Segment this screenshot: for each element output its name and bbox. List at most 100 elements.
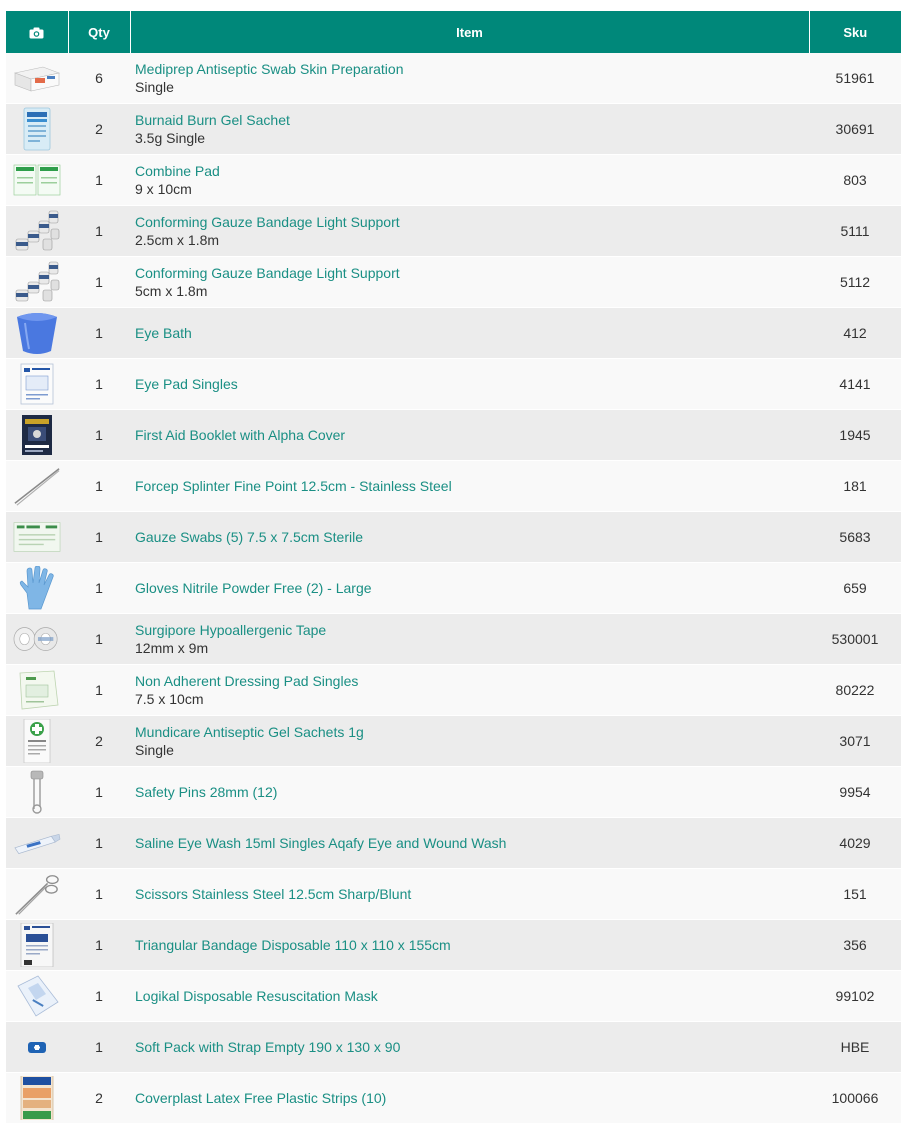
saline-vial-image[interactable] <box>13 821 61 865</box>
table-row: 1 Forcep Splinter Fine Point 12.5cm - St… <box>6 460 901 512</box>
sku-value: 530001 <box>809 613 901 665</box>
sku-value: 80222 <box>809 664 901 716</box>
item-cell: Eye Bath <box>130 307 809 359</box>
item-variant: Single <box>135 79 174 95</box>
table-row: 2 Burnaid Burn Gel Sachet 3.5g Single 30… <box>6 103 901 155</box>
item-link[interactable]: Burnaid Burn Gel Sachet <box>135 111 809 129</box>
qty-value: 1 <box>68 460 130 512</box>
tape-image[interactable] <box>13 617 61 661</box>
item-link[interactable]: Coverplast Latex Free Plastic Strips (10… <box>135 1089 809 1107</box>
sku-value: 9954 <box>809 766 901 818</box>
product-thumb-cell <box>6 511 68 563</box>
table-row: 6 Mediprep Antiseptic Swab Skin Preparat… <box>6 53 901 104</box>
eye-bath-image[interactable] <box>13 311 61 355</box>
item-column-header[interactable]: Item <box>130 11 810 53</box>
item-cell: First Aid Booklet with Alpha Cover <box>130 409 809 461</box>
resus-mask-image[interactable] <box>13 974 61 1018</box>
product-thumb-cell <box>6 919 68 971</box>
table-row: 1 Combine Pad 9 x 10cm 803 <box>6 154 901 206</box>
item-link[interactable]: Soft Pack with Strap Empty 190 x 130 x 9… <box>135 1038 809 1056</box>
qty-value: 1 <box>68 409 130 461</box>
item-cell: Triangular Bandage Disposable 110 x 110 … <box>130 919 809 971</box>
item-link[interactable]: Saline Eye Wash 15ml Singles Aqafy Eye a… <box>135 834 809 852</box>
item-link[interactable]: Non Adherent Dressing Pad Singles <box>135 672 809 690</box>
item-link[interactable]: Gauze Swabs (5) 7.5 x 7.5cm Sterile <box>135 528 809 546</box>
bandage-rolls-image[interactable] <box>13 209 61 253</box>
item-variant: Single <box>135 742 174 758</box>
table-row: 1 Gauze Swabs (5) 7.5 x 7.5cm Sterile 56… <box>6 511 901 563</box>
sku-value: 5112 <box>809 256 901 308</box>
item-link[interactable]: Gloves Nitrile Powder Free (2) - Large <box>135 579 809 597</box>
sku-value: 51961 <box>809 53 901 104</box>
sku-value: 5111 <box>809 205 901 257</box>
table-row: 1 Triangular Bandage Disposable 110 x 11… <box>6 919 901 971</box>
qty-value: 1 <box>68 919 130 971</box>
product-thumb-cell <box>6 562 68 614</box>
item-link[interactable]: Safety Pins 28mm (12) <box>135 783 809 801</box>
soft-pack-image[interactable] <box>13 1025 61 1069</box>
table-row: 1 Eye Pad Singles 4141 <box>6 358 901 410</box>
item-cell: Gauze Swabs (5) 7.5 x 7.5cm Sterile <box>130 511 809 563</box>
sku-value: 356 <box>809 919 901 971</box>
qty-value: 1 <box>68 970 130 1022</box>
item-link[interactable]: Logikal Disposable Resuscitation Mask <box>135 987 809 1005</box>
item-variant: 7.5 x 10cm <box>135 691 204 707</box>
item-link[interactable]: Surgipore Hypoallergenic Tape <box>135 621 809 639</box>
qty-value: 1 <box>68 511 130 563</box>
scissors-image[interactable] <box>13 872 61 916</box>
product-thumb-cell <box>6 256 68 308</box>
qty-value: 1 <box>68 817 130 869</box>
qty-value: 1 <box>68 154 130 206</box>
sku-column-header[interactable]: Sku <box>809 11 901 53</box>
glove-image[interactable] <box>13 566 61 610</box>
forceps-image[interactable] <box>13 464 61 508</box>
safety-pin-image[interactable] <box>13 770 61 814</box>
item-cell: Safety Pins 28mm (12) <box>130 766 809 818</box>
bandage-rolls-image[interactable] <box>13 260 61 304</box>
swab-box-image[interactable] <box>13 56 61 100</box>
item-link[interactable]: Triangular Bandage Disposable 110 x 110 … <box>135 936 809 954</box>
item-link[interactable]: Eye Pad Singles <box>135 375 809 393</box>
item-link[interactable]: Eye Bath <box>135 324 809 342</box>
product-thumb-cell <box>6 1072 68 1124</box>
table-row: 1 Scissors Stainless Steel 12.5cm Sharp/… <box>6 868 901 920</box>
item-link[interactable]: Forcep Splinter Fine Point 12.5cm - Stai… <box>135 477 809 495</box>
item-link[interactable]: Mundicare Antiseptic Gel Sachets 1g <box>135 723 809 741</box>
item-link[interactable]: Conforming Gauze Bandage Light Support <box>135 264 809 282</box>
plastic-strips-image[interactable] <box>13 1076 61 1120</box>
table-header-row: Qty Item Sku <box>6 11 901 53</box>
sku-value: 30691 <box>809 103 901 155</box>
item-cell: Scissors Stainless Steel 12.5cm Sharp/Bl… <box>130 868 809 920</box>
qty-value: 1 <box>68 613 130 665</box>
table-row: 1 Conforming Gauze Bandage Light Support… <box>6 205 901 257</box>
item-link[interactable]: Mediprep Antiseptic Swab Skin Preparatio… <box>135 60 809 78</box>
qty-column-header[interactable]: Qty <box>68 11 131 53</box>
table-row: 1 Safety Pins 28mm (12) 9954 <box>6 766 901 818</box>
triangular-bandage-image[interactable] <box>13 923 61 967</box>
item-cell: Non Adherent Dressing Pad Singles 7.5 x … <box>130 664 809 716</box>
item-link[interactable]: Scissors Stainless Steel 12.5cm Sharp/Bl… <box>135 885 809 903</box>
sku-value: 4141 <box>809 358 901 410</box>
item-link[interactable]: Conforming Gauze Bandage Light Support <box>135 213 809 231</box>
booklet-image[interactable] <box>13 413 61 457</box>
eye-pad-image[interactable] <box>13 362 61 406</box>
product-thumb-cell <box>6 154 68 206</box>
item-link[interactable]: Combine Pad <box>135 162 809 180</box>
sku-value: 5683 <box>809 511 901 563</box>
dressing-pad-image[interactable] <box>13 668 61 712</box>
item-cell: Mundicare Antiseptic Gel Sachets 1g Sing… <box>130 715 809 767</box>
qty-value: 2 <box>68 715 130 767</box>
qty-value: 1 <box>68 766 130 818</box>
item-link[interactable]: First Aid Booklet with Alpha Cover <box>135 426 809 444</box>
qty-value: 1 <box>68 205 130 257</box>
item-cell: Logikal Disposable Resuscitation Mask <box>130 970 809 1022</box>
item-cell: Eye Pad Singles <box>130 358 809 410</box>
combine-pad-image[interactable] <box>13 158 61 202</box>
product-thumb-cell <box>6 460 68 512</box>
item-cell: Saline Eye Wash 15ml Singles Aqafy Eye a… <box>130 817 809 869</box>
burn-gel-image[interactable] <box>13 107 61 151</box>
gauze-swabs-image[interactable] <box>13 515 61 559</box>
qty-value: 1 <box>68 664 130 716</box>
gel-sachet-image[interactable] <box>13 719 61 763</box>
product-thumb-cell <box>6 1021 68 1073</box>
